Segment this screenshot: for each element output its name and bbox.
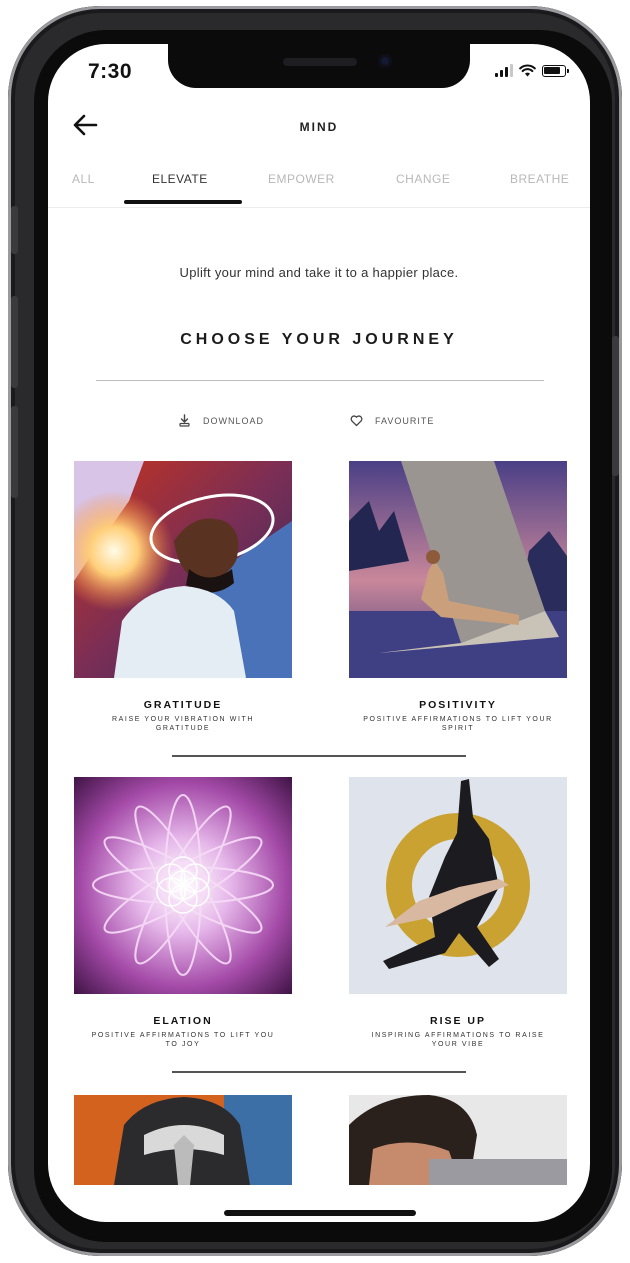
tab-elevate[interactable]: ELEVATE xyxy=(152,172,208,186)
journey-card-rise-up[interactable]: RISE UP INSPIRING AFFIRMATIONS TO RAISE … xyxy=(349,777,567,1049)
mute-switch xyxy=(11,206,18,254)
row-divider xyxy=(172,755,466,757)
favourite-filter-button[interactable]: FAVOURITE xyxy=(350,414,434,427)
journey-title: POSITIVITY xyxy=(419,699,497,711)
row-divider xyxy=(172,1071,466,1073)
section-heading: CHOOSE YOUR JOURNEY xyxy=(180,331,458,348)
heart-icon xyxy=(350,415,363,427)
category-tabs: ALL ELEVATE EMPOWER CHANGE BREATHE xyxy=(48,172,590,208)
wifi-icon xyxy=(519,64,536,77)
tab-all[interactable]: ALL xyxy=(72,172,95,186)
journey-subtitle: POSITIVE AFFIRMATIONS TO LIFT YOU TO JOY xyxy=(91,1032,275,1048)
status-time: 7:30 xyxy=(88,60,133,83)
download-label: DOWNLOAD xyxy=(203,415,265,426)
cellular-signal-icon xyxy=(495,64,513,77)
front-camera xyxy=(378,54,392,68)
battery-icon xyxy=(542,64,569,77)
journey-card-gratitude[interactable]: GRATITUDE RAISE YOUR VIBRATION WITH GRAT… xyxy=(74,461,292,733)
journey-title: GRATITUDE xyxy=(143,699,223,711)
gratitude-artwork xyxy=(74,461,292,678)
download-filter-button[interactable]: DOWNLOAD xyxy=(178,414,264,427)
elation-artwork xyxy=(74,777,292,994)
active-tab-indicator xyxy=(124,200,242,204)
journey-subtitle: POSITIVE AFFIRMATIONS TO LIFT YOUR SPIRI… xyxy=(363,716,553,732)
journey-card-6[interactable] xyxy=(349,1095,567,1185)
section-tagline: Uplift your mind and take it to a happie… xyxy=(179,265,459,280)
tab-empower[interactable]: EMPOWER xyxy=(268,172,335,186)
journey-card-positivity[interactable]: POSITIVITY POSITIVE AFFIRMATIONS TO LIFT… xyxy=(349,461,567,733)
journey-subtitle: RAISE YOUR VIBRATION WITH GRATITUDE xyxy=(111,716,255,732)
journey-card-elation[interactable]: ELATION POSITIVE AFFIRMATIONS TO LIFT YO… xyxy=(74,777,292,1049)
download-icon xyxy=(179,414,190,427)
journey-subtitle: INSPIRING AFFIRMATIONS TO RAISE YOUR VIB… xyxy=(371,1032,545,1048)
speaker-grille xyxy=(283,58,357,66)
positivity-artwork xyxy=(349,461,567,678)
journey-title: RISE UP xyxy=(429,1015,486,1027)
volume-down-button xyxy=(11,406,18,498)
status-icons xyxy=(495,64,569,77)
heading-divider xyxy=(96,380,544,381)
notch xyxy=(168,44,470,88)
volume-up-button xyxy=(11,296,18,388)
tab-change[interactable]: CHANGE xyxy=(396,172,450,186)
app-screen: 7:30 MIND ALL ELEVATE EMPOWER CHANGE BRE… xyxy=(48,44,590,1222)
journey-card-5[interactable] xyxy=(74,1095,292,1185)
favourite-label: FAVOURITE xyxy=(375,415,435,426)
journey-title: ELATION xyxy=(153,1015,213,1027)
rise-up-artwork xyxy=(349,777,567,994)
journey-artwork xyxy=(74,1095,292,1185)
journey-artwork xyxy=(349,1095,567,1185)
tab-breathe[interactable]: BREATHE xyxy=(510,172,569,186)
power-button xyxy=(612,336,619,476)
page-title: MIND xyxy=(299,120,339,134)
home-indicator[interactable] xyxy=(224,1210,416,1216)
